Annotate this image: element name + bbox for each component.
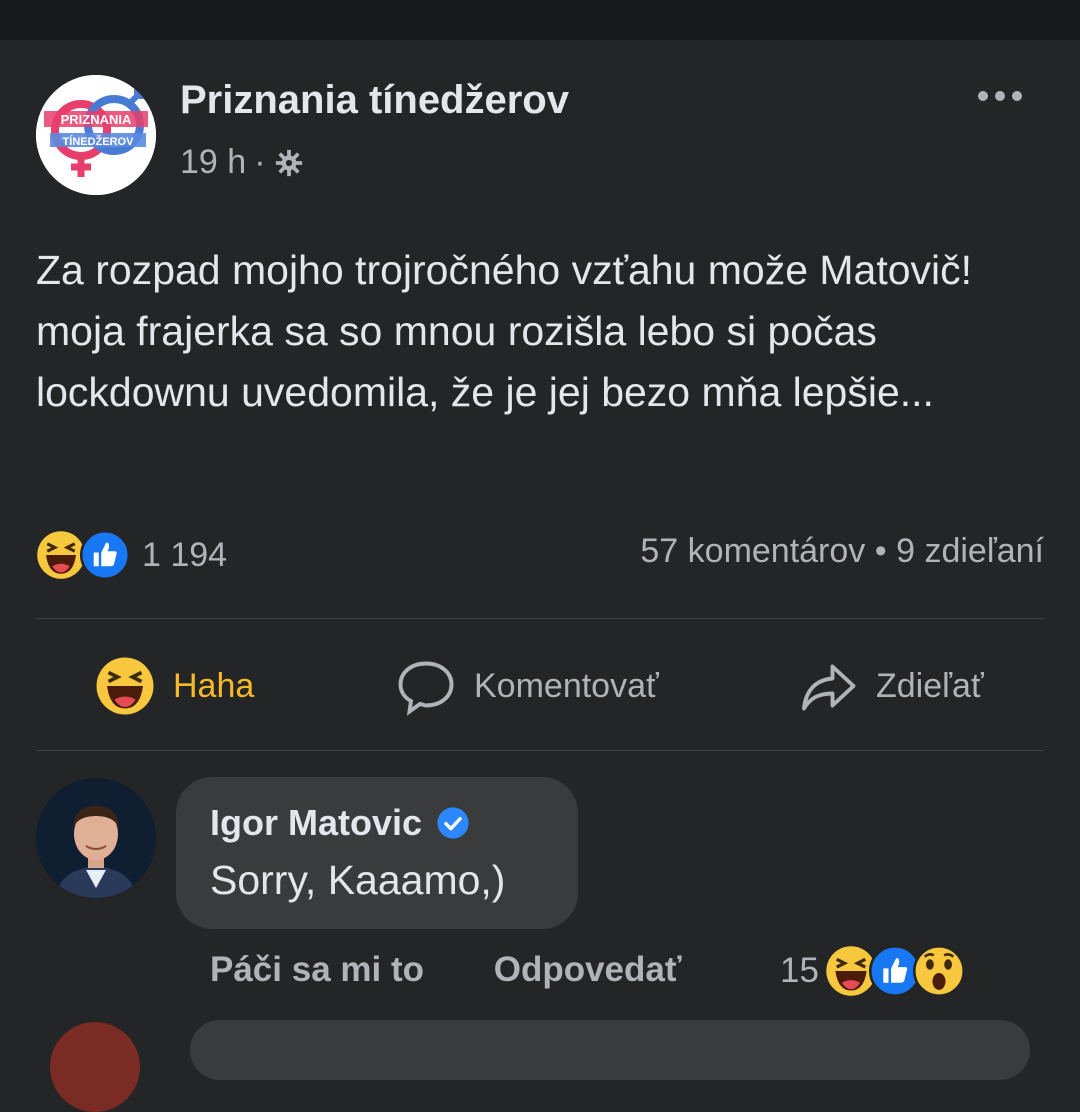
more-dot (1012, 91, 1022, 101)
next-comment-bubble (190, 1020, 1030, 1080)
like-icon (80, 530, 130, 580)
comment-actions: Páči sa mi to Odpovedať (210, 950, 682, 990)
comment-text: Sorry, Kaaamo,) (210, 857, 506, 903)
logo-text-bottom: TÍNEDŽEROV (63, 135, 135, 148)
verified-badge-icon (437, 807, 469, 839)
haha-button[interactable]: Haha (95, 656, 254, 716)
share-button[interactable]: Zdieľať (798, 656, 984, 716)
more-dot (978, 91, 988, 101)
page-avatar[interactable]: PRIZNANIA TÍNEDŽEROV (36, 75, 156, 195)
share-icon (802, 664, 856, 711)
logo-text-top: PRIZNANIA (61, 112, 132, 127)
comment-icon (398, 661, 454, 716)
comment-author[interactable]: Igor Matovic (210, 802, 470, 844)
page-name[interactable]: Priznania tínedžerov (180, 78, 569, 123)
meta-separator: · (254, 143, 266, 181)
gear-icon (275, 149, 302, 176)
profile-photo (36, 778, 156, 898)
post-time[interactable]: 19 h (180, 143, 246, 182)
top-bar (0, 0, 1080, 40)
comment-like-button[interactable]: Páči sa mi to (210, 950, 424, 990)
comment-author-name: Igor Matovic (210, 802, 423, 843)
share-label: Zdieľať (876, 666, 984, 705)
comment-label: Komentovať (474, 666, 659, 705)
commenter-avatar[interactable] (36, 778, 156, 898)
comment-reply-button[interactable]: Odpovedať (494, 950, 682, 990)
more-options-button[interactable] (972, 76, 1028, 116)
more-dot (995, 91, 1005, 101)
comment-reaction-count: 15 (780, 951, 819, 990)
post-meta: 19 h · (180, 143, 304, 182)
comment-reactions[interactable]: 15 (780, 945, 965, 997)
page-logo: PRIZNANIA TÍNEDŽEROV (36, 75, 156, 195)
haha-icon (37, 531, 85, 579)
divider (36, 618, 1044, 619)
next-commenter-avatar[interactable] (50, 1022, 140, 1112)
comment-bubble (176, 777, 578, 929)
haha-icon (96, 657, 154, 715)
comment-button[interactable]: Komentovať (396, 656, 659, 716)
post-text: Za rozpad mojho trojročného vzťahu može … (36, 247, 973, 415)
haha-label: Haha (173, 666, 255, 705)
wow-icon (912, 945, 965, 997)
reactions-summary[interactable]: 1 194 (36, 530, 227, 580)
post-stats[interactable]: 57 komentárov • 9 zdieľaní (640, 532, 1044, 571)
divider (36, 750, 1044, 751)
reaction-count: 1 194 (142, 535, 228, 574)
